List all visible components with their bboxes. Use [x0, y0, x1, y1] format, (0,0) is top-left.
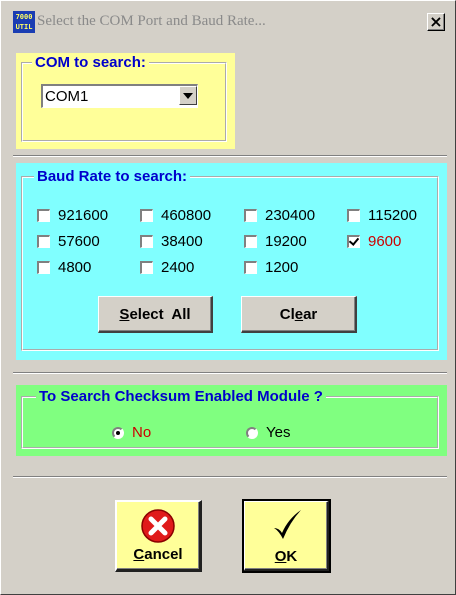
app-icon-text-bottom: UTIL [15, 23, 33, 31]
baud-label: 2400 [161, 259, 195, 276]
baud-checkbox-2400[interactable]: 2400 [140, 259, 194, 276]
baud-label: 1200 [265, 259, 299, 276]
clear-label-prefix: Cl [279, 305, 295, 323]
radio-no-label: No [132, 424, 152, 441]
ok-mnemonic: O [274, 548, 287, 565]
com-group-legend: COM to search: [32, 54, 149, 71]
checkbox-box[interactable] [140, 261, 153, 274]
checkbox-box[interactable] [140, 235, 153, 248]
checkbox-box[interactable] [244, 261, 257, 274]
checkbox-box[interactable] [37, 261, 50, 274]
baud-checkbox-115200[interactable]: 115200 [347, 207, 417, 224]
ok-label: OK [275, 548, 298, 565]
select-all-label: elect All [129, 305, 191, 323]
radio-yes-label: Yes [266, 424, 291, 441]
clear-mnemonic: e [294, 305, 304, 323]
baud-checkbox-460800[interactable]: 460800 [140, 207, 211, 224]
clear-label-suffix: ar [303, 305, 318, 323]
com-port-value: COM1 [45, 88, 89, 105]
checkbox-box[interactable] [244, 209, 257, 222]
baud-label: 57600 [58, 233, 100, 250]
separator [13, 476, 447, 478]
baud-checkbox-9600[interactable]: 9600 [347, 233, 401, 250]
baud-label: 38400 [161, 233, 203, 250]
ok-label-rest: K [286, 548, 298, 565]
radio-no[interactable]: No [112, 424, 151, 441]
app-icon: 7000 UTIL [13, 11, 35, 33]
radio-button-selected[interactable] [112, 426, 124, 439]
baud-label: 115200 [368, 207, 417, 224]
window-title: Select the COM Port and Baud Rate... [37, 13, 266, 29]
chevron-down-icon [183, 92, 193, 99]
separator [13, 155, 447, 157]
com-port-select[interactable]: COM1 [41, 84, 198, 108]
separator [13, 372, 447, 374]
close-button[interactable]: × [427, 13, 445, 31]
baud-checkbox-921600[interactable]: 921600 [37, 207, 108, 224]
checkbox-box[interactable] [37, 209, 50, 222]
baud-label: 921600 [58, 207, 109, 224]
cancel-mnemonic: C [133, 546, 145, 563]
com-port-dropdown-button[interactable] [179, 86, 197, 105]
baud-label: 4800 [58, 259, 92, 276]
checkmark-icon [274, 510, 301, 539]
checksum-group: To Search Checksum Enabled Module ? No Y… [16, 385, 447, 456]
cancel-button[interactable]: Cancel [115, 500, 202, 572]
baud-group-legend: Baud Rate to search: [34, 168, 191, 185]
checkbox-box[interactable] [244, 235, 257, 248]
baud-label: 460800 [161, 207, 212, 224]
baud-rate-group: Baud Rate to search: 921600 460800 23040… [16, 163, 447, 360]
baud-checkbox-230400[interactable]: 230400 [244, 207, 315, 224]
checkbox-box[interactable] [347, 209, 360, 222]
cancel-label-rest: ancel [144, 546, 183, 563]
select-all-mnemonic: S [119, 305, 130, 323]
checkbox-box-checked[interactable] [347, 235, 360, 248]
select-all-button[interactable]: Select All [98, 296, 213, 333]
dialog-window: 7000 UTIL Select the COM Port and Baud R… [0, 0, 456, 595]
ok-button[interactable]: OK [242, 499, 331, 573]
title-bar[interactable]: 7000 UTIL Select the COM Port and Baud R… [3, 3, 453, 33]
cancel-x-icon [141, 509, 175, 543]
baud-label: 230400 [265, 207, 316, 224]
checkbox-box[interactable] [140, 209, 153, 222]
clear-button[interactable]: Cl e ar [241, 296, 357, 333]
baud-checkbox-4800[interactable]: 4800 [37, 259, 91, 276]
checksum-group-legend: To Search Checksum Enabled Module ? [36, 388, 326, 405]
baud-checkbox-38400[interactable]: 38400 [140, 233, 203, 250]
baud-checkbox-1200[interactable]: 1200 [244, 259, 298, 276]
radio-yes[interactable]: Yes [246, 424, 290, 441]
cancel-label: Cancel [133, 546, 182, 563]
baud-label: 9600 [368, 233, 402, 250]
baud-label: 19200 [265, 233, 307, 250]
app-icon-text-top: 7000 [15, 13, 33, 21]
baud-checkbox-19200[interactable]: 19200 [244, 233, 307, 250]
com-group: COM to search: COM1 [16, 53, 235, 149]
radio-button[interactable] [246, 426, 258, 439]
checkbox-box[interactable] [37, 235, 50, 248]
baud-checkbox-57600[interactable]: 57600 [37, 233, 100, 250]
